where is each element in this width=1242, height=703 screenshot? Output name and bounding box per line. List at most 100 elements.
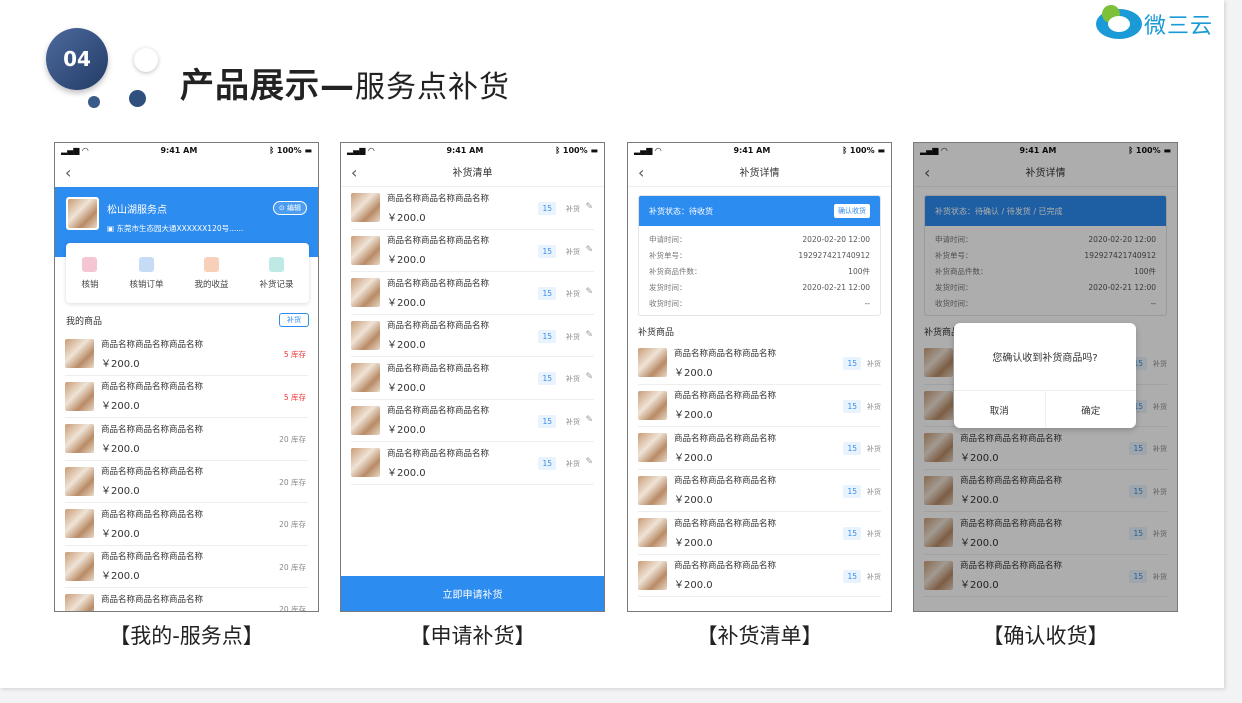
product-list: 商品名称商品名称商品名称 ￥200.0 5 库存 商品名称商品名称商品名称 ￥200.… [55,333,318,611]
phone-my-service-point: ▂▄▆ ◠ 9:41 AM ᛒ 100% ▬ ‹ 松山湖服务点 ▣ 东莞市生态园大通X… [54,142,319,612]
edit-icon[interactable]: ✎ [585,457,593,467]
list-item[interactable]: 商品名称商品名称商品名称￥200.020 库存 [65,418,308,461]
edit-icon[interactable]: ✎ [585,330,593,340]
product-price: ￥200.0 [387,212,426,224]
product-thumb [351,278,380,308]
list-item[interactable]: 商品名称商品名称商品名称￥200.015补货 [638,342,881,385]
stock-count: 20 库存 [279,520,306,529]
quantity-badge[interactable]: 15 [538,287,556,300]
list-item[interactable]: 商品名称商品名称商品名称 ￥200.0 5 库存 [65,376,308,418]
confirm-button[interactable]: 确定 [1046,391,1137,428]
list-item[interactable]: 商品名称商品名称商品名称 ￥200.0 15 补货 ✎ [351,357,594,400]
slide: 04 产品展示—服务点补货 微三云 ▂▄▆ ◠ 9:41 AM ᛒ 100% ▬ ‹… [0,0,1224,688]
product-thumb [65,381,94,411]
store-address: ▣ 东莞市生态园大通XXXXXX120号...... [107,224,244,233]
list-item[interactable]: 商品名称商品名称商品名称￥200.015补货 [638,470,881,512]
title-sub: 服务点补货 [355,70,510,105]
list-item[interactable]: 商品名称商品名称商品名称￥200.015补货 [638,427,881,470]
quantity-label: 补货 [566,332,580,341]
slide-title: 产品展示—服务点补货 [180,58,510,107]
list-item[interactable]: 商品名称商品名称商品名称 ￥200.0 15 补货 ✎ [351,442,594,485]
status-time: 9:41 AM [160,145,198,155]
detail-row: 发货时间： 2020-02-21 12:00 [649,282,870,292]
product-name: 商品名称商品名称商品名称 [387,278,490,289]
list-item[interactable]: 商品名称商品名称商品名称￥200.015补货 [638,555,881,597]
back-icon[interactable]: ‹ [65,163,71,182]
bluetooth-icon: ᛒ [269,145,275,155]
product-price: ￥200.0 [387,467,426,479]
stock-count: 20 库存 [279,435,306,444]
quantity-label: 补货 [867,360,881,368]
quantity-label: 补货 [867,572,881,581]
stock-count: 20 库存 [279,562,306,572]
status-bar: ▂▄▆ ◠ 9:41 AM ᛒ 100% ▬ [61,145,312,155]
product-thumb [638,390,667,420]
my-products-header: 我的商品 补货 [66,313,309,327]
menu-item-verify[interactable]: 核销 [81,256,99,290]
quantity-badge[interactable]: 15 [538,414,556,428]
restock-button[interactable]: 补货 [279,313,309,327]
edit-icon[interactable]: ✎ [585,202,593,212]
product-thumb [65,466,94,496]
quantity-badge[interactable]: 15 [843,484,861,498]
detail-row: 补货商品件数： 100件 [649,266,870,276]
list-item[interactable]: 商品名称商品名称商品名称￥200.015补货 [638,385,881,427]
list-item[interactable]: 商品名称商品名称商品名称￥200.020 库存 [65,461,308,503]
quantity-badge[interactable]: 15 [538,457,556,470]
list-item[interactable]: 商品名称商品名称商品名称 ￥200.0 5 库存 [65,333,308,376]
list-item[interactable]: 商品名称商品名称商品名称 ￥200.0 15 补货 ✎ [351,400,594,442]
quantity-badge[interactable]: 15 [843,442,861,455]
stock-count: 5 库存 [283,350,306,359]
quantity-badge[interactable]: 15 [843,569,861,583]
product-name: 商品名称商品名称商品名称 [387,236,490,247]
list-item[interactable]: 商品名称商品名称商品名称 ￥200.0 15 补货 ✎ [351,272,594,315]
product-thumb [351,235,380,265]
edit-icon[interactable]: ✎ [585,372,593,382]
list-item[interactable]: 商品名称商品名称商品名称￥200.020 库存 [65,588,308,611]
list-item[interactable]: 商品名称商品名称商品名称 ￥200.0 15 补货 ✎ [351,187,594,230]
list-item[interactable]: 商品名称商品名称商品名称￥200.020 库存 [65,546,308,588]
function-menu: 核销 核销订单 我的收益 补货记录 [66,243,309,303]
quantity-badge[interactable]: 15 [538,372,556,385]
product-name: 商品名称商品名称商品名称 [387,448,490,459]
quantity-badge[interactable]: 15 [538,329,556,343]
edit-icon[interactable]: ✎ [585,287,593,297]
logo-text: 微三云 [1144,14,1214,39]
store-info: 松山湖服务点 ▣ 东莞市生态园大通XXXXXX120号...... [66,197,243,234]
page-title: 补货清单 [452,168,493,179]
quantity-badge[interactable]: 15 [538,202,556,215]
quantity-label: 补货 [566,205,580,213]
quantity-badge[interactable]: 15 [843,527,861,540]
back-icon[interactable]: ‹ [351,163,357,182]
product-name: 商品名称商品名称商品名称 [387,321,490,332]
phone-restock-detail: ▂▄▆ ◠ 9:41 AM ᛒ 100% ▬ ‹ 补货详情 补货状态：待收货 确认收货 … [627,142,892,612]
battery-icon: ▬ [590,145,598,155]
signal-icon: ▂▄▆ ◠ [347,145,375,155]
menu-item-earnings[interactable]: 我的收益 [194,256,229,290]
apply-restock-button[interactable]: 立即申请补货 [341,576,604,611]
quantity-badge[interactable]: 15 [843,357,861,370]
product-thumb [638,348,667,378]
list-item[interactable]: 商品名称商品名称商品名称 ￥200.0 15 补货 ✎ [351,315,594,357]
quantity-badge[interactable]: 15 [538,244,556,258]
menu-item-restock-records[interactable]: 补货记录 [259,256,294,290]
edit-button[interactable]: ⊙ 编辑 [272,201,307,215]
quantity-label: 补货 [566,460,580,468]
list-item[interactable]: 商品名称商品名称商品名称￥200.020 库存 [65,503,308,546]
quantity-label: 补货 [867,530,881,538]
menu-item-verify-orders[interactable]: 核销订单 [129,256,164,290]
product-name: 商品名称商品名称商品名称 [387,193,490,204]
signal-icon: ▂▄▆ ◠ [61,145,89,155]
nav-bar: ‹ [55,157,318,187]
section-title: 补货商品 [638,328,675,338]
list-item[interactable]: 商品名称商品名称商品名称 ￥200.0 15 补货 ✎ [351,230,594,272]
back-icon[interactable]: ‹ [638,163,644,182]
edit-icon[interactable]: ✎ [585,245,593,255]
confirm-receipt-button[interactable]: 确认收货 [834,204,870,218]
phone-apply-restock: ▂▄▆ ◠ 9:41 AM ᛒ 100% ▬ ‹ 补货清单 商品名称商品名称商品名称 ￥… [340,142,605,612]
edit-icon[interactable]: ✎ [585,415,593,425]
quantity-badge[interactable]: 15 [843,399,861,413]
list-item[interactable]: 商品名称商品名称商品名称￥200.015补货 [638,512,881,555]
bluetooth-icon: ᛒ [555,145,561,155]
cancel-button[interactable]: 取消 [954,391,1046,428]
